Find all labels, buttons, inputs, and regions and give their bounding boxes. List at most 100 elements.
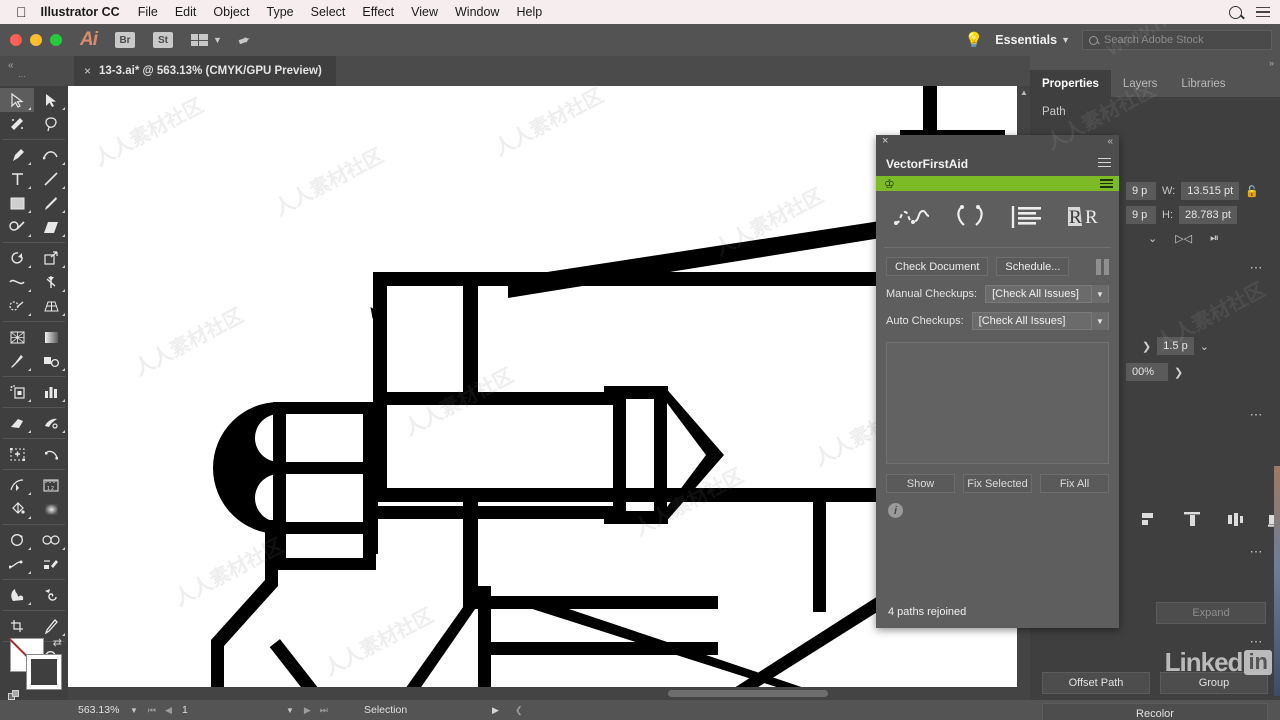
join-paths-icon[interactable] — [893, 204, 931, 235]
flip-horizontal-icon[interactable]: ▷◁ — [1175, 232, 1192, 245]
recolor-button[interactable]: Recolor — [1042, 703, 1268, 720]
ruler-tool[interactable]: 1 2 — [34, 473, 68, 497]
selection-tool[interactable] — [0, 88, 34, 112]
align-text-icon[interactable] — [1011, 204, 1043, 235]
panel-menu-icon[interactable] — [1098, 158, 1111, 168]
vectorfirstaid-panel[interactable]: × « VectorFirstAid ♔ RR Check Document S… — [876, 135, 1119, 628]
schedule-button[interactable]: Schedule... — [996, 257, 1070, 276]
clean-points-icon[interactable] — [954, 204, 988, 235]
document-tab[interactable]: × 13-3.ai* @ 563.13% (CMYK/GPU Preview) — [74, 56, 336, 86]
apple-menu-icon[interactable]:  — [16, 5, 27, 19]
lightbulb-icon[interactable]: 💡 — [965, 31, 984, 49]
artboard-tool[interactable] — [0, 411, 34, 435]
arrange-documents-icon[interactable]: ▼ — [191, 33, 222, 47]
workspace-switcher[interactable]: Essentials — [995, 33, 1057, 47]
transform-more-options-icon[interactable]: ⋯ — [1250, 260, 1265, 276]
current-tool-status[interactable]: Selection — [364, 704, 407, 716]
rectangle-tool[interactable] — [0, 191, 34, 215]
swap-fill-stroke-icon[interactable]: ⇄ — [53, 636, 62, 649]
menu-type[interactable]: Type — [267, 5, 294, 19]
gradient-mesh-tool[interactable] — [34, 497, 68, 521]
magic-wand-tool[interactable] — [0, 112, 34, 136]
pen-tool[interactable] — [0, 143, 34, 167]
stroke-black-swatch[interactable] — [27, 655, 61, 689]
bridge-button[interactable]: Br — [115, 32, 135, 48]
align-more-options-icon[interactable]: ⋯ — [1250, 544, 1265, 560]
rotate-view-tool[interactable] — [0, 528, 34, 552]
spotlight-search-icon[interactable] — [1229, 5, 1242, 19]
check-document-button[interactable]: Check Document — [886, 257, 989, 276]
stroke-chevron-icon[interactable]: ❯ — [1142, 340, 1151, 353]
info-icon[interactable]: i — [888, 503, 903, 518]
chevron-down-icon[interactable]: ▼ — [1091, 285, 1108, 303]
horizontal-scroll-thumb[interactable] — [668, 690, 828, 697]
minimize-window-button[interactable] — [30, 34, 42, 46]
spiral-tool[interactable] — [34, 583, 68, 607]
stock-button[interactable]: St — [153, 32, 173, 48]
next-artboard-icon[interactable]: ▶ — [304, 705, 311, 716]
artboard-nav-next-last[interactable]: ▶ ⏭ — [304, 705, 328, 716]
opacity-field[interactable]: 00% — [1126, 363, 1168, 381]
scissors-tool[interactable] — [34, 528, 68, 552]
fix-selected-button[interactable]: Fix Selected — [963, 474, 1032, 493]
menu-app-name[interactable]: Illustrator CC — [41, 5, 120, 19]
toolbar-drag-handle[interactable]: ⋯ — [18, 72, 27, 81]
show-button[interactable]: Show — [886, 474, 955, 493]
chevron-right-icon[interactable]: ❯ — [1174, 366, 1183, 379]
paint-bucket-tool[interactable] — [0, 497, 34, 521]
scroll-up-icon[interactable]: ▲ — [1020, 88, 1028, 97]
canvas-horizontal-scrollbar[interactable] — [68, 687, 1030, 700]
align-left-icon[interactable] — [1142, 512, 1160, 532]
perspective-grid-tool[interactable] — [34, 294, 68, 318]
x-position-field[interactable]: 9 p — [1126, 182, 1156, 200]
flip-vertical-icon[interactable]: ⏯ — [1210, 232, 1219, 245]
chevron-down-icon[interactable]: ⌄ — [1200, 340, 1209, 353]
type-tool[interactable] — [0, 167, 34, 191]
stroke-weight-field[interactable]: 1.5 p — [1157, 337, 1194, 355]
align-top-icon[interactable] — [1184, 512, 1202, 532]
shape-builder-tool[interactable] — [0, 294, 34, 318]
menu-file[interactable]: File — [138, 5, 158, 19]
blend-tool[interactable] — [34, 349, 68, 373]
free-transform-frame-tool[interactable] — [0, 442, 34, 466]
window-controls[interactable] — [10, 34, 62, 46]
free-transform-tool[interactable] — [34, 270, 68, 294]
knife-tool[interactable] — [34, 552, 68, 576]
menu-effect[interactable]: Effect — [362, 5, 394, 19]
tab-libraries[interactable]: Libraries — [1169, 70, 1237, 97]
curvature-tool[interactable] — [34, 143, 68, 167]
adobe-stock-search[interactable]: Search Adobe Stock — [1082, 30, 1272, 50]
chevron-down-icon[interactable]: ▼ — [1091, 312, 1108, 330]
banner-menu-icon[interactable] — [1100, 179, 1113, 188]
slice-tool[interactable] — [34, 411, 68, 435]
menu-object[interactable]: Object — [213, 5, 249, 19]
panel-title-bar[interactable]: × « — [876, 135, 1119, 152]
eraser-tool[interactable] — [34, 215, 68, 239]
collapse-toolbar-icon[interactable]: « — [8, 60, 14, 71]
menu-edit[interactable]: Edit — [175, 5, 197, 19]
tab-layers[interactable]: Layers — [1111, 70, 1170, 97]
last-artboard-icon[interactable]: ⏭ — [320, 705, 328, 716]
close-icon[interactable]: × — [84, 64, 91, 78]
close-window-button[interactable] — [10, 34, 22, 46]
constrain-proportions-icon[interactable]: 🔓 — [1245, 185, 1259, 198]
scale-tool[interactable] — [34, 246, 68, 270]
first-artboard-icon[interactable]: ⏮ — [148, 705, 156, 716]
close-icon[interactable]: × — [882, 135, 888, 147]
shaper-tool[interactable] — [0, 215, 34, 239]
zoom-level-field[interactable]: 563.13% — [78, 704, 126, 716]
tab-properties[interactable]: Properties — [1030, 70, 1111, 97]
rotate-tool[interactable] — [0, 246, 34, 270]
measure-tool[interactable] — [0, 473, 34, 497]
menu-window[interactable]: Window — [455, 5, 499, 19]
fix-all-button[interactable]: Fix All — [1040, 474, 1109, 493]
warp-tool[interactable] — [0, 583, 34, 607]
symbol-sprayer-tool[interactable] — [0, 380, 34, 404]
expand-panels-icon[interactable]: » — [1269, 58, 1274, 68]
curve-tool[interactable] — [0, 552, 34, 576]
chevron-down-icon[interactable]: ⌄ — [1148, 232, 1157, 245]
artboard-nav-first-prev[interactable]: ⏮ ◀ — [148, 705, 172, 716]
collapse-icon[interactable]: « — [1107, 136, 1113, 147]
offset-path-button[interactable]: Offset Path — [1042, 672, 1150, 694]
align-center-icon[interactable] — [1226, 512, 1244, 532]
